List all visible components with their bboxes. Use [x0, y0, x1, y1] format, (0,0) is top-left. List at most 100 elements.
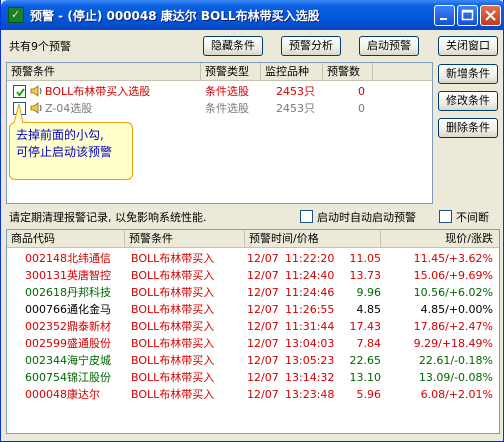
col-time-price[interactable]: 预警时间/价格: [245, 230, 381, 248]
auto-start-checkbox[interactable]: [300, 210, 313, 223]
hint-line-1: 去掉前面的小勾,: [16, 128, 104, 142]
tooltip-pointer: [13, 104, 24, 124]
start-alert-button[interactable]: 启动预警: [359, 36, 419, 56]
record-time: 11:31:44: [285, 320, 335, 333]
col-condition[interactable]: 预警条件: [125, 230, 245, 248]
record-price: 17.43: [349, 320, 382, 333]
record-now-change: 10.56/+6.02%: [413, 286, 493, 299]
record-price: 22.65: [349, 354, 382, 367]
record-code: 002618丹邦科技: [25, 286, 111, 299]
record-date: 12/07: [247, 269, 279, 282]
condition-row[interactable]: BOLL布林带买入选股 条件选股 2453只 0: [7, 83, 432, 100]
record-date: 12/07: [247, 388, 279, 401]
speaker-icon: [29, 101, 43, 118]
record-now-change: 4.85/+0.00%: [420, 303, 493, 316]
condition-type: 条件选股: [205, 85, 249, 98]
record-date: 12/07: [247, 371, 279, 384]
record-code: 002344海宁皮城: [25, 354, 111, 367]
condition-count: 0: [358, 102, 365, 115]
condition-checkbox-checked[interactable]: [13, 85, 26, 98]
record-now-change: 22.61/-0.18%: [418, 354, 493, 367]
record-condition: BOLL布林带买入: [131, 269, 215, 282]
record-price: 4.85: [356, 303, 382, 316]
condition-name: BOLL布林带买入选股: [45, 85, 151, 98]
record-condition: BOLL布林带买入: [131, 371, 215, 384]
record-row[interactable]: 000048康达尔 BOLL布林带买入 12/07 13:23:48 5.96 6.08/…: [7, 386, 499, 403]
record-code: 002148北纬通信: [25, 252, 111, 265]
cleanup-notice: 请定期清理报警记录, 以免影响系统性能.: [9, 211, 207, 224]
records-header: 商品代码 预警条件 预警时间/价格 现价/涨跌: [7, 230, 499, 248]
condition-name: Z-04选股: [45, 102, 93, 115]
record-row[interactable]: 000766通化金马 BOLL布林带买入 12/07 11:26:55 4.85 4.85…: [7, 301, 499, 318]
record-code: 300131英唐智控: [25, 269, 111, 282]
record-row[interactable]: 002599盛通股份 BOLL布林带买入 12/07 13:04:03 7.84 9.29…: [7, 335, 499, 352]
record-time: 13:14:32: [285, 371, 335, 384]
hide-conditions-button[interactable]: 隐藏条件: [203, 36, 263, 56]
col-count[interactable]: 预警数: [323, 63, 373, 81]
condition-monitor: 2453只: [276, 85, 315, 98]
record-row[interactable]: 002618丹邦科技 BOLL布林带买入 12/07 11:24:46 9.96 10.5…: [7, 284, 499, 301]
record-row[interactable]: 002148北纬通信 BOLL布林带买入 12/07 11:22:20 11.05 11.…: [7, 250, 499, 267]
hint-tooltip: 去掉前面的小勾, 可停止启动该预警: [9, 122, 133, 180]
condition-type: 条件选股: [205, 102, 249, 115]
record-condition: BOLL布林带买入: [131, 388, 215, 401]
record-time: 13:04:03: [285, 337, 335, 350]
title-bar[interactable]: ✓ 预警 - (停止) 000048 康达尔 BOLL布林带买入选股: [1, 0, 504, 30]
app-icon: ✓: [8, 7, 24, 23]
record-date: 12/07: [247, 252, 279, 265]
record-condition: BOLL布林带买入: [131, 286, 215, 299]
maximize-button[interactable]: [457, 5, 478, 26]
record-date: 12/07: [247, 303, 279, 316]
record-code: 600754锦江股份: [25, 371, 111, 384]
record-time: 13:05:23: [285, 354, 335, 367]
record-time: 11:24:46: [285, 286, 335, 299]
edit-condition-button[interactable]: 修改条件: [438, 91, 498, 111]
no-interrupt-label: 不间断: [456, 211, 489, 224]
record-price: 13.10: [349, 371, 382, 384]
speaker-icon: [29, 84, 43, 101]
record-row[interactable]: 600754锦江股份 BOLL布林带买入 12/07 13:14:32 13.10 13.…: [7, 369, 499, 386]
record-condition: BOLL布林带买入: [131, 252, 215, 265]
col-now-change[interactable]: 现价/涨跌: [381, 230, 499, 248]
no-interrupt-checkbox[interactable]: [439, 210, 452, 223]
record-time: 11:26:55: [285, 303, 335, 316]
col-monitor[interactable]: 监控品种: [261, 63, 323, 81]
record-now-change: 11.45/+3.62%: [413, 252, 493, 265]
col-code[interactable]: 商品代码: [7, 230, 125, 248]
alert-count-label: 共有9个预警: [9, 40, 71, 53]
delete-condition-button[interactable]: 删除条件: [438, 118, 498, 138]
condition-monitor: 2453只: [276, 102, 315, 115]
record-price: 5.96: [356, 388, 382, 401]
record-code: 000048康达尔: [25, 388, 100, 401]
record-now-change: 13.09/-0.08%: [418, 371, 493, 384]
condition-row[interactable]: Z-04选股 条件选股 2453只 0: [7, 100, 432, 117]
record-code: 000766通化金马: [25, 303, 111, 316]
col-type[interactable]: 预警类型: [201, 63, 261, 81]
record-condition: BOLL布林带买入: [131, 320, 215, 333]
record-condition: BOLL布林带买入: [131, 337, 215, 350]
condition-count: 0: [358, 85, 365, 98]
minimize-button[interactable]: [434, 5, 455, 26]
record-now-change: 6.08/+2.01%: [420, 388, 493, 401]
record-time: 11:22:20: [285, 252, 335, 265]
record-condition: BOLL布林带买入: [131, 303, 215, 316]
record-now-change: 9.29/+18.49%: [413, 337, 493, 350]
record-code: 002352鼎泰新材: [25, 320, 111, 333]
record-price: 7.84: [356, 337, 382, 350]
record-price: 13.73: [349, 269, 382, 282]
record-date: 12/07: [247, 286, 279, 299]
record-row[interactable]: 002344海宁皮城 BOLL布林带买入 12/07 13:05:23 22.65 22.…: [7, 352, 499, 369]
col-condition[interactable]: 预警条件: [7, 63, 201, 81]
alert-records-list[interactable]: 商品代码 预警条件 预警时间/价格 现价/涨跌 002148北纬通信 BOLL布林…: [6, 229, 500, 434]
add-condition-button[interactable]: 新增条件: [438, 64, 498, 84]
alert-analysis-button[interactable]: 预警分析: [281, 36, 341, 56]
window-title: 预警 - (停止) 000048 康达尔 BOLL布林带买入选股: [30, 9, 320, 23]
record-code: 002599盛通股份: [25, 337, 111, 350]
close-window-button[interactable]: 关闭窗口: [438, 36, 498, 56]
record-row[interactable]: 002352鼎泰新材 BOLL布林带买入 12/07 11:31:44 17.43 17.…: [7, 318, 499, 335]
record-price: 9.96: [356, 286, 382, 299]
close-button[interactable]: [480, 5, 501, 26]
record-condition: BOLL布林带买入: [131, 354, 215, 367]
record-row[interactable]: 300131英唐智控 BOLL布林带买入 12/07 11:24:40 13.73 15.…: [7, 267, 499, 284]
record-time: 13:23:48: [285, 388, 335, 401]
